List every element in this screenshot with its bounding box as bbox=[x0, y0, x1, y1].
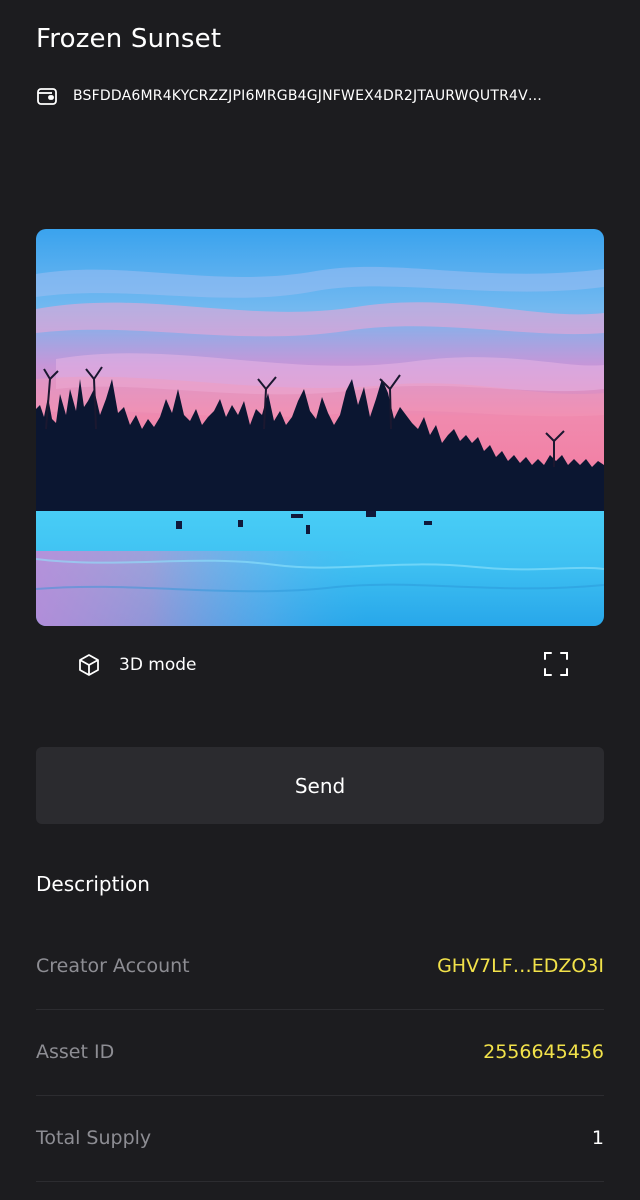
total-supply-value: 1 bbox=[591, 1127, 604, 1149]
asset-address-row[interactable]: BSFDDA6MR4KYCRZZJPI6MRGB4GJNFWEX4DR2JTAU… bbox=[36, 84, 604, 108]
creator-account-link[interactable]: GHV7LF…EDZO3I bbox=[437, 955, 604, 977]
detail-label: Asset ID bbox=[36, 1041, 115, 1063]
asset-id-link[interactable]: 2556645456 bbox=[483, 1041, 604, 1063]
fullscreen-button[interactable] bbox=[540, 650, 572, 682]
asset-title: Frozen Sunset bbox=[36, 24, 222, 54]
detail-label: Total Supply bbox=[36, 1127, 152, 1149]
3d-mode-label: 3D mode bbox=[119, 655, 197, 675]
cube-icon bbox=[76, 652, 102, 678]
nft-image[interactable] bbox=[36, 229, 604, 626]
detail-row-total-supply: Total Supply 1 bbox=[36, 1095, 604, 1182]
detail-label: Creator Account bbox=[36, 955, 190, 977]
detail-row-asset-id: Asset ID 2556645456 bbox=[36, 1009, 604, 1096]
media-controls: 3D mode bbox=[36, 640, 604, 690]
description-heading: Description bbox=[36, 872, 150, 896]
detail-row-creator-account: Creator Account GHV7LF…EDZO3I bbox=[36, 923, 604, 1010]
3d-mode-toggle[interactable]: 3D mode bbox=[76, 650, 197, 680]
send-button[interactable]: Send bbox=[36, 747, 604, 824]
asset-address: BSFDDA6MR4KYCRZZJPI6MRGB4GJNFWEX4DR2JTAU… bbox=[73, 88, 543, 104]
wallet-icon bbox=[36, 85, 58, 107]
fullscreen-icon bbox=[543, 651, 569, 681]
